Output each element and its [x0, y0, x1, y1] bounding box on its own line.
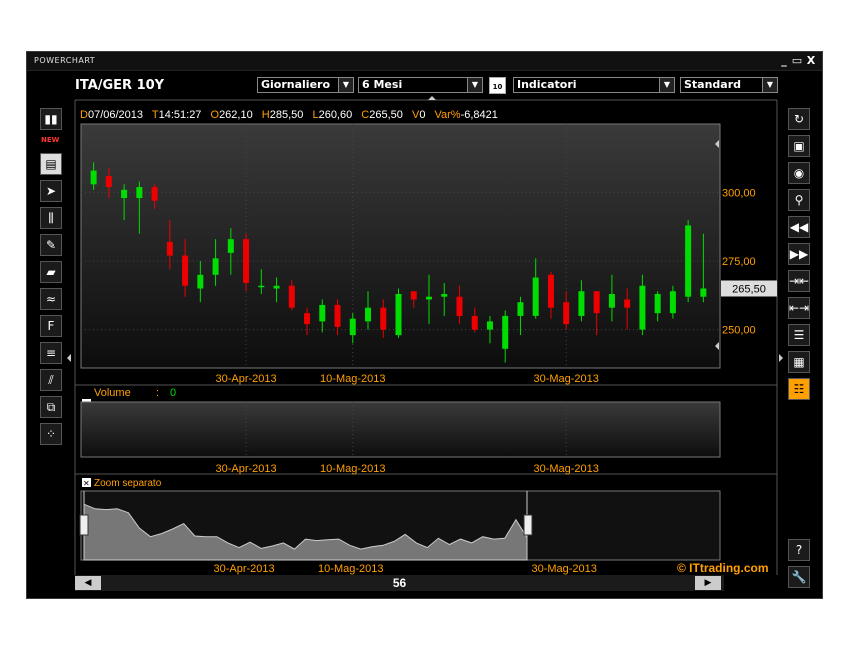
y-tick-label: 250,00: [722, 325, 756, 337]
chart-area[interactable]: 300,00 275,00 250,00 30-Apr-2013 10-Mag-2013…: [27, 52, 822, 598]
powerchart-window: POWERCHART _ ▭ X ITA/GER 10Y Giornaliero…: [26, 51, 823, 599]
candle-body: [547, 274, 554, 308]
zoom-left-handle[interactable]: [79, 514, 89, 536]
candle-body: [486, 321, 493, 330]
candle-body: [639, 285, 646, 330]
candle-body: [593, 291, 600, 314]
candle-body: [182, 255, 189, 286]
candle-body: [136, 187, 143, 199]
candle-body: [365, 307, 372, 322]
copyright-text: © ITtrading.com: [677, 561, 769, 575]
candle-body: [273, 285, 280, 289]
candle-body: [380, 307, 387, 330]
candle-body: [532, 277, 539, 316]
candle-body: [166, 241, 173, 256]
candle-body: [349, 318, 356, 336]
volume-panel: [80, 401, 721, 458]
panel-arrow-icon: [67, 354, 71, 362]
candle-body: [227, 239, 234, 253]
candle-body: [334, 304, 341, 327]
candle-body: [563, 302, 570, 325]
candle-body: [685, 225, 692, 297]
zoom-toggle-icon: ✕: [83, 479, 90, 488]
candle-body: [654, 293, 661, 314]
candle-body: [121, 189, 128, 199]
candle-body: [304, 313, 311, 325]
candle-body: [105, 176, 112, 188]
x-tick-label: 30-Apr-2013: [215, 463, 276, 475]
y-tick-label: 300,00: [722, 188, 756, 200]
x-tick-label: 10-Mag-2013: [320, 373, 385, 385]
candle-body: [456, 296, 463, 316]
candle: [395, 288, 402, 338]
volume-value: 0: [170, 387, 176, 399]
candle-body: [624, 299, 631, 308]
scroll-right-button[interactable]: ▶: [695, 576, 721, 590]
candle-body: [441, 293, 448, 297]
candle-body: [90, 170, 97, 185]
candle-body: [197, 274, 204, 289]
zoom-right-handle[interactable]: [523, 514, 533, 536]
candle-body: [471, 315, 478, 330]
zoom-panel-label: Zoom separato: [94, 478, 162, 489]
candle-body: [151, 187, 158, 201]
candle: [243, 233, 250, 292]
volume-sep: :: [156, 387, 159, 399]
candle-body: [502, 315, 509, 349]
candle-body: [243, 239, 250, 284]
x-tick-label: 30-Apr-2013: [215, 373, 276, 385]
candle-body: [669, 291, 676, 314]
x-tick-label: 30-Mag-2013: [531, 563, 596, 575]
candle: [685, 219, 692, 303]
candle-body: [578, 291, 585, 316]
candle-body: [288, 285, 295, 308]
x-tick-label: 30-Mag-2013: [533, 463, 598, 475]
y-tick-label: 275,00: [722, 256, 756, 268]
candle-body: [212, 258, 219, 275]
volume-label: Volume: [94, 387, 131, 399]
candle-body: [258, 285, 265, 288]
candle-body: [395, 293, 402, 336]
candle-body: [410, 291, 417, 300]
x-tick-label: 30-Mag-2013: [533, 373, 598, 385]
candle-body: [517, 302, 524, 316]
x-tick-label: 30-Apr-2013: [213, 563, 274, 575]
candle-body: [425, 296, 432, 300]
x-tick-label: 10-Mag-2013: [318, 563, 383, 575]
candle-body: [700, 288, 707, 297]
scroll-value: 56: [392, 576, 407, 590]
last-price-label: 265,50: [732, 283, 766, 295]
horizontal-scrollbar[interactable]: ◀ 56 ▶: [75, 575, 724, 591]
candle-body: [319, 304, 326, 322]
panel-arrow-icon: [428, 96, 436, 100]
x-tick-label: 10-Mag-2013: [320, 463, 385, 475]
candle-body: [608, 293, 615, 308]
panel-arrow-icon: [779, 354, 783, 362]
